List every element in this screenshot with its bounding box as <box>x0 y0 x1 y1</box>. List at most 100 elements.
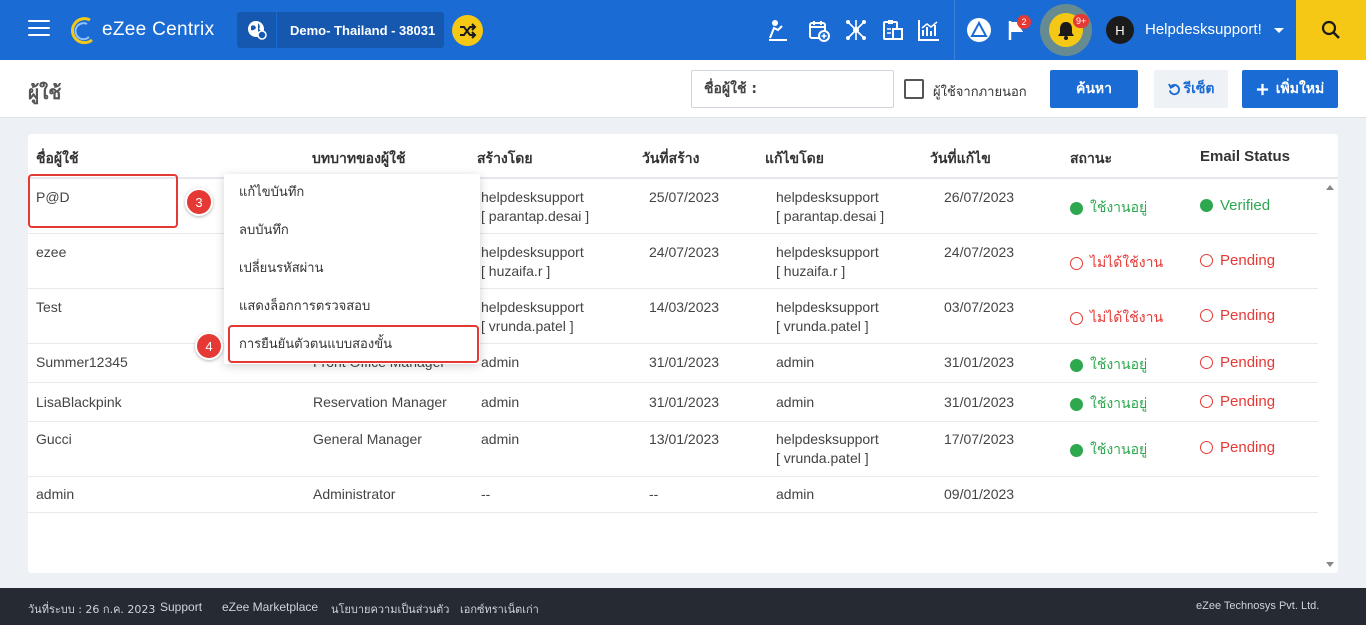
cell-username: ezee <box>36 244 67 260</box>
app-logo[interactable]: eZee Centrix <box>68 14 214 46</box>
cell-modified-date: 17/07/2023 <box>944 431 1015 447</box>
calendar-add-icon[interactable] <box>806 16 832 44</box>
chevron-down-icon[interactable] <box>1274 28 1284 33</box>
col-header-created-by[interactable]: สร้างโดย <box>477 148 533 170</box>
col-header-email-status[interactable]: Email Status <box>1200 148 1290 165</box>
housekeeping-icon[interactable] <box>765 16 791 44</box>
cell-modified-by: helpdesksupport[ vrunda.patel ] <box>776 299 879 334</box>
global-search-button[interactable] <box>1296 0 1366 60</box>
logo-swirl-icon <box>68 14 100 46</box>
network-icon[interactable] <box>843 16 869 44</box>
search-icon <box>1321 20 1340 39</box>
username-dropdown[interactable]: Helpdesksupport! <box>1145 21 1262 38</box>
col-header-username[interactable]: ชื่อผู้ใช้ <box>36 148 78 170</box>
scroll-down-icon[interactable] <box>1326 562 1334 567</box>
cell-modified-by: helpdesksupport[ huzaifa.r ] <box>776 244 879 279</box>
email-status-badge: Verified <box>1200 197 1270 214</box>
alert-triangle-icon[interactable] <box>966 16 992 44</box>
cell-created-by: -- <box>481 486 491 502</box>
status-badge: ใช้งานอยู่ <box>1070 354 1147 376</box>
cell-username: Summer12345 <box>36 354 128 370</box>
reports-chart-icon[interactable] <box>916 16 942 44</box>
table-scrollbar[interactable] <box>1321 179 1338 573</box>
table-row[interactable]: ezee helpdesksupport[ huzaifa.r ] 24/07/… <box>28 234 1318 289</box>
menu-item-delete-record[interactable]: ลบบันทึก <box>224 212 480 250</box>
email-status-badge: Pending <box>1200 439 1275 456</box>
cell-modified-date: 24/07/2023 <box>944 244 1015 260</box>
step-marker-3: 3 <box>185 188 213 216</box>
footer-company: eZee Technosys Pvt. Ltd. <box>1196 600 1320 612</box>
cell-username: Test <box>36 299 62 315</box>
status-badge: ไม่ได้ใช้งาน <box>1070 307 1163 329</box>
avatar[interactable]: H <box>1106 16 1134 44</box>
email-status-badge: Pending <box>1200 307 1275 324</box>
scroll-up-icon[interactable] <box>1326 185 1334 190</box>
footer-link-marketplace[interactable]: eZee Marketplace <box>222 600 318 614</box>
username-search-field[interactable] <box>691 70 894 108</box>
email-status-badge: Pending <box>1200 393 1275 410</box>
cell-created-by: helpdesksupport[ parantap.desai ] <box>481 189 590 224</box>
cell-created-date: 24/07/2023 <box>649 244 720 260</box>
table-row[interactable]: admin Administrator -- -- admin 09/01/20… <box>28 477 1318 513</box>
menu-item-edit-record[interactable]: แก้ไขบันทึก <box>224 174 480 212</box>
cell-modified-by: admin <box>776 354 815 370</box>
username-search-input[interactable] <box>692 71 893 107</box>
cell-modified-date: 26/07/2023 <box>944 189 1015 205</box>
reset-button[interactable]: รีเซ็ต <box>1154 70 1228 108</box>
cell-modified-by: admin <box>776 486 815 502</box>
cell-created-date: 25/07/2023 <box>649 189 720 205</box>
add-new-button[interactable]: เพิ่มใหม่ <box>1242 70 1338 108</box>
cell-created-by: helpdesksupport[ vrunda.patel ] <box>481 299 584 334</box>
cell-created-by: helpdesksupport[ huzaifa.r ] <box>481 244 584 279</box>
toolbar-divider <box>954 0 955 60</box>
hamburger-menu-icon[interactable] <box>28 20 50 38</box>
footer-link-privacy[interactable]: นโยบายความเป็นส่วนตัว <box>331 600 449 618</box>
col-header-created-date[interactable]: วันที่สร้าง <box>642 148 699 170</box>
property-selector[interactable]: Demo- Thailand - 38031 <box>237 12 444 48</box>
cell-username: Gucci <box>36 431 72 447</box>
bell-badge: 9+ <box>1073 14 1090 28</box>
menu-item-change-password[interactable]: เปลี่ยนรหัสผ่าน <box>224 250 480 288</box>
external-user-checkbox[interactable] <box>904 79 924 99</box>
status-badge: ใช้งานอยู่ <box>1070 439 1147 461</box>
cell-created-by: admin <box>481 394 520 410</box>
plus-icon <box>1256 83 1268 95</box>
col-header-modified-by[interactable]: แก้ไขโดย <box>765 148 824 170</box>
cell-role: Reservation Manager <box>313 394 447 410</box>
cell-created-by: admin <box>481 431 520 447</box>
email-status-badge: Pending <box>1200 252 1275 269</box>
cell-modified-date: 03/07/2023 <box>944 299 1015 315</box>
table-row[interactable]: P@D helpdesksupport[ parantap.desai ] 25… <box>28 179 1318 234</box>
page-title: ผู้ใช้ <box>28 82 62 104</box>
property-name: Demo- Thailand - 38031 <box>290 22 436 38</box>
status-badge: ใช้งานอยู่ <box>1070 393 1147 415</box>
footer-link-old-extranet[interactable]: เอกซ์ทราเน็ตเก่า <box>460 600 539 618</box>
cell-modified-by: admin <box>776 394 815 410</box>
switch-property-button[interactable] <box>452 15 483 46</box>
notifications-button[interactable] <box>1040 4 1092 56</box>
logo-text: eZee Centrix <box>102 19 215 40</box>
col-header-status[interactable]: สถานะ <box>1070 148 1112 170</box>
external-user-label: ผู้ใช้จากภายนอก <box>933 85 1027 100</box>
search-button[interactable]: ค้นหา <box>1050 70 1138 108</box>
table-row[interactable]: LisaBlackpink Reservation Manager admin … <box>28 383 1318 422</box>
search-button-label: ค้นหา <box>1075 81 1113 97</box>
table-row[interactable]: Gucci General Manager admin 13/01/2023 h… <box>28 422 1318 477</box>
cell-modified-date: 31/01/2023 <box>944 354 1015 370</box>
email-status-badge: Pending <box>1200 354 1275 371</box>
footer-link-support[interactable]: Support <box>160 600 202 614</box>
top-bar: eZee Centrix Demo- Thailand - 38031 2 9+… <box>0 0 1366 60</box>
clipboard-icon[interactable] <box>880 16 906 44</box>
col-header-role[interactable]: บทบาทของผู้ใช้ <box>312 148 405 170</box>
flag-badge: 2 <box>1017 15 1031 29</box>
globe-icon <box>237 12 277 48</box>
cell-modified-by: helpdesksupport[ vrunda.patel ] <box>776 431 879 466</box>
status-badge: ใช้งานอยู่ <box>1070 197 1147 219</box>
shuffle-icon <box>459 22 476 39</box>
col-header-modified-date[interactable]: วันที่แก้ไข <box>930 148 991 170</box>
add-new-button-label: เพิ่มใหม่ <box>1275 81 1325 97</box>
table-row[interactable]: Test helpdesksupport[ vrunda.patel ] 14/… <box>28 289 1318 344</box>
menu-item-audit-log[interactable]: แสดงล็อกการตรวจสอบ <box>224 288 480 326</box>
reset-icon <box>1167 83 1180 95</box>
cell-modified-date: 31/01/2023 <box>944 394 1015 410</box>
